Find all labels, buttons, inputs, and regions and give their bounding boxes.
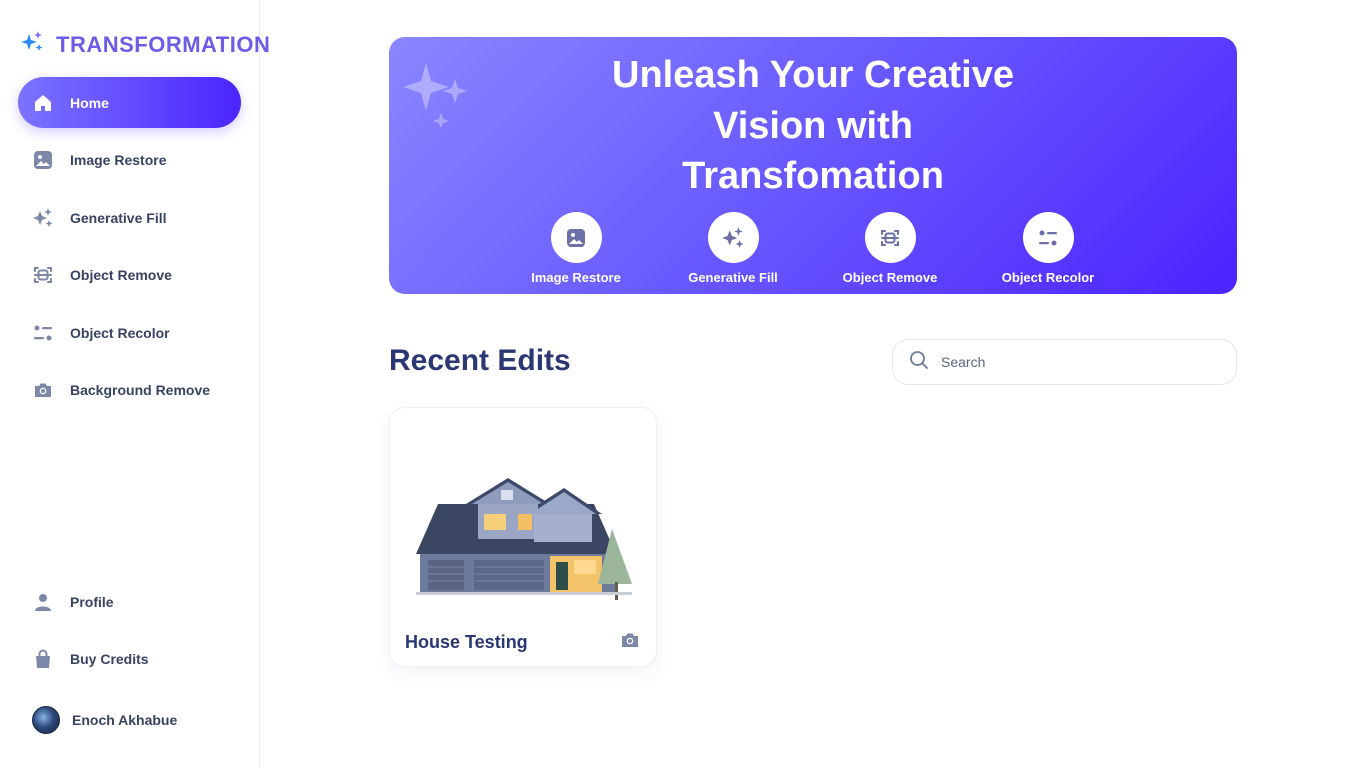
sidebar-item-object-recolor[interactable]: Object Recolor bbox=[18, 307, 241, 358]
hero-action-object-recolor[interactable]: Object Recolor bbox=[978, 212, 1118, 285]
hero-action-label: Generative Fill bbox=[688, 270, 778, 285]
sidebar-item-label: Profile bbox=[70, 593, 114, 610]
search-icon bbox=[909, 350, 929, 375]
sidebar-item-label: Home bbox=[70, 94, 109, 111]
sidebar-item-generative-fill[interactable]: Generative Fill bbox=[18, 192, 241, 243]
recent-edit-card[interactable]: House Testing bbox=[389, 407, 657, 667]
house-thumbnail bbox=[416, 474, 632, 605]
hero-title: Unleash Your Creative Vision with Transf… bbox=[612, 54, 1014, 197]
avatar bbox=[32, 706, 60, 734]
scan-icon bbox=[32, 264, 54, 286]
sidebar-item-home[interactable]: Home bbox=[18, 77, 241, 128]
sidebar-item-label: Object Recolor bbox=[70, 324, 170, 341]
sidebar-item-label: Generative Fill bbox=[70, 209, 167, 226]
sidebar-item-label: Object Remove bbox=[70, 267, 172, 283]
user-name: Enoch Akhabue bbox=[72, 712, 178, 728]
app-logo[interactable]: TRANSFORMATION bbox=[18, 28, 270, 61]
hero-banner: Unleash Your Creative Vision with Transf… bbox=[389, 37, 1237, 294]
sidebar-item-label: Image Restore bbox=[70, 152, 167, 168]
sparkles-icon bbox=[707, 212, 759, 263]
sidebar-item-object-remove[interactable]: Object Remove bbox=[18, 250, 241, 301]
sidebar-item-buy-credits[interactable]: Buy Credits bbox=[18, 634, 241, 685]
camera-icon bbox=[32, 379, 54, 401]
logo-sparkles-icon bbox=[18, 28, 46, 61]
sidebar-item-background-remove[interactable]: Background Remove bbox=[18, 365, 241, 416]
sidebar-bottom-nav: Profile Buy Credits bbox=[18, 576, 241, 691]
filter-icon bbox=[32, 322, 54, 344]
recent-edits-title: Recent Edits bbox=[389, 344, 571, 377]
sidebar-nav: Home Image Restore Generative Fill Objec… bbox=[18, 77, 241, 422]
sparkles-decoration-icon bbox=[401, 57, 471, 132]
image-icon bbox=[32, 149, 54, 171]
sidebar-item-label: Buy Credits bbox=[70, 651, 149, 667]
hero-action-generative-fill[interactable]: Generative Fill bbox=[663, 212, 803, 285]
search-input[interactable] bbox=[941, 354, 1211, 370]
scan-icon bbox=[864, 212, 916, 263]
camera-icon bbox=[620, 630, 640, 655]
sidebar: TRANSFORMATION Home Image Restore Genera… bbox=[0, 0, 270, 768]
home-icon bbox=[32, 92, 54, 114]
card-footer: House Testing bbox=[405, 630, 640, 655]
filter-icon bbox=[1022, 212, 1074, 263]
card-title: House Testing bbox=[405, 632, 528, 652]
image-icon bbox=[550, 212, 602, 263]
hero-action-image-restore[interactable]: Image Restore bbox=[506, 212, 646, 285]
hero-action-label: Object Remove bbox=[842, 270, 938, 285]
search-box[interactable] bbox=[892, 339, 1237, 385]
sparkles-icon bbox=[32, 207, 54, 229]
hero-action-object-remove[interactable]: Object Remove bbox=[820, 212, 960, 285]
hero-action-label: Image Restore bbox=[531, 270, 621, 285]
user-icon bbox=[32, 591, 54, 613]
sidebar-item-image-restore[interactable]: Image Restore bbox=[18, 135, 241, 186]
sidebar-item-label: Background Remove bbox=[70, 382, 211, 398]
user-profile[interactable]: Enoch Akhabue bbox=[32, 706, 177, 734]
bag-icon bbox=[32, 648, 54, 670]
sidebar-item-profile[interactable]: Profile bbox=[18, 576, 241, 627]
app-name: TRANSFORMATION bbox=[56, 31, 271, 57]
hero-action-label: Object Recolor bbox=[1001, 270, 1095, 285]
